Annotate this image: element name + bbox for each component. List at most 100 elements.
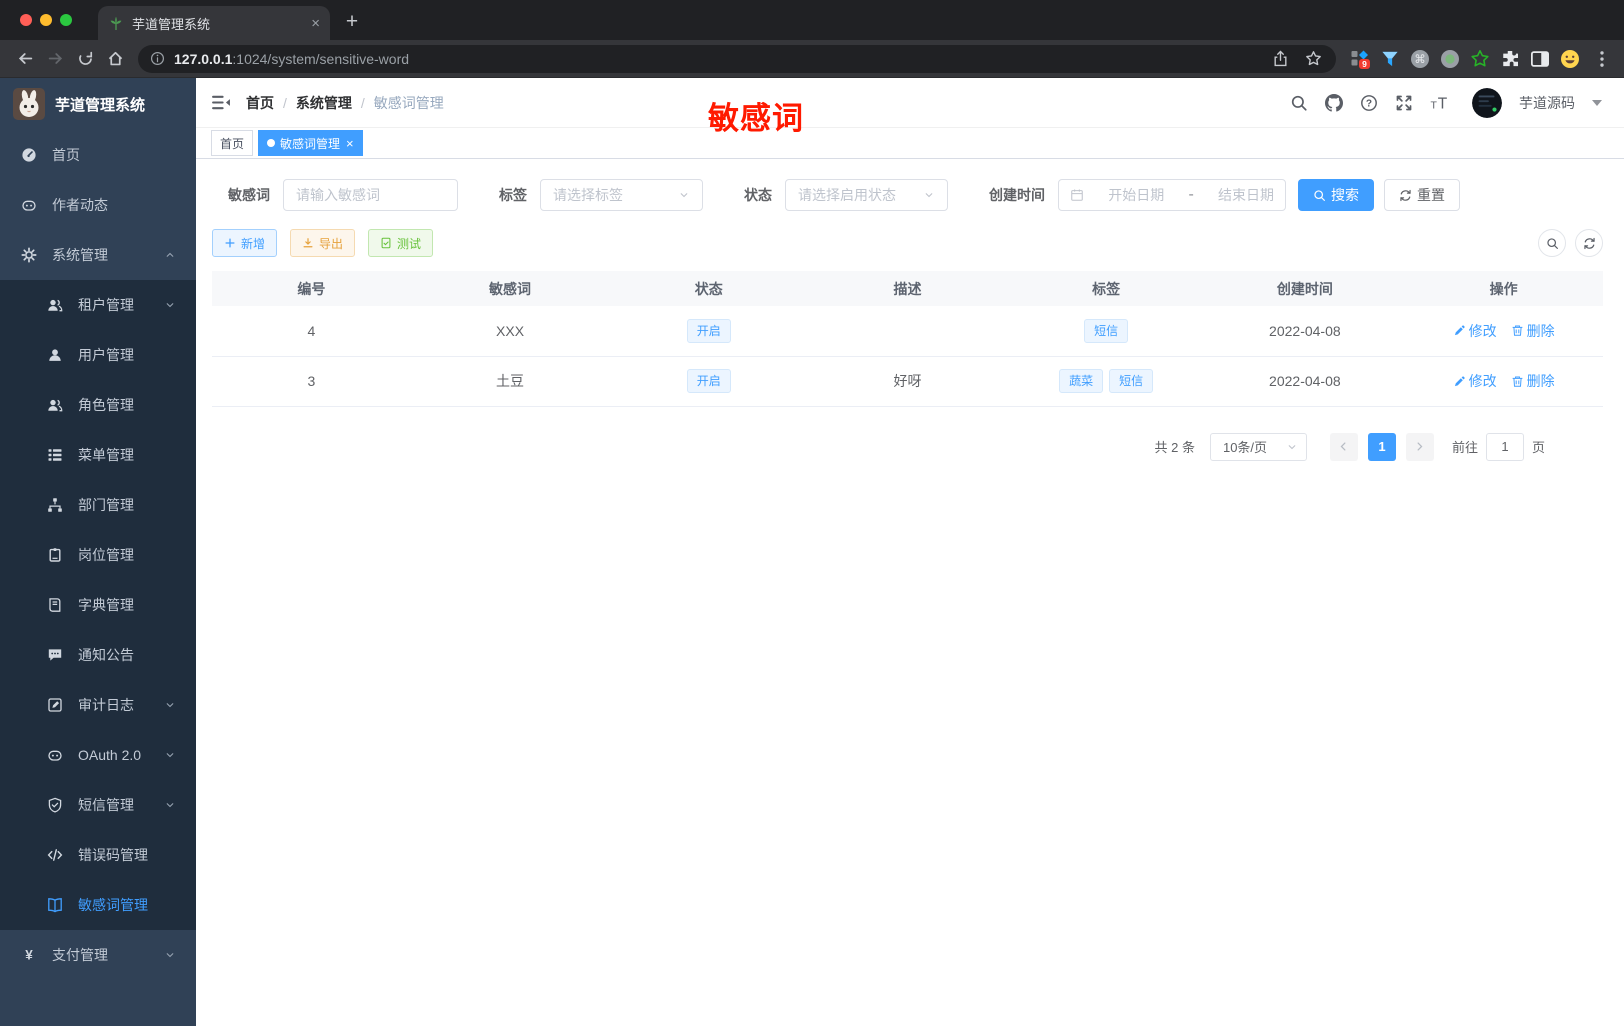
- user-avatar[interactable]: [1472, 87, 1502, 118]
- new-tab-button[interactable]: +: [338, 8, 366, 36]
- breadcrumb-item[interactable]: 首页: [246, 93, 274, 113]
- help-icon[interactable]: ?: [1360, 94, 1378, 112]
- sidebar-item-role[interactable]: 角色管理: [0, 380, 196, 430]
- sidebar-item-audit[interactable]: 审计日志: [0, 680, 196, 730]
- home-button[interactable]: [100, 44, 130, 74]
- add-button-label: 新增: [241, 236, 266, 251]
- sidebar-item-menu[interactable]: 菜单管理: [0, 430, 196, 480]
- page-size-select[interactable]: 10条/页: [1209, 432, 1307, 461]
- chevron-down-icon: [164, 699, 176, 711]
- reset-button[interactable]: 重置: [1384, 179, 1460, 211]
- cell-word: 土豆: [410, 356, 610, 407]
- search-button-label: 搜索: [1331, 187, 1359, 203]
- window-close-button[interactable]: [20, 14, 32, 26]
- share-icon[interactable]: [1272, 50, 1289, 67]
- sidebar-logo[interactable]: 芋道管理系统: [0, 78, 196, 130]
- sidebar-item-sensitive-word[interactable]: 敏感词管理: [0, 880, 196, 930]
- delete-link[interactable]: 删除: [1511, 321, 1555, 341]
- view-tab[interactable]: 首页: [211, 130, 254, 156]
- navbar: 首页 / 系统管理 / 敏感词管理 敏感词 ? TT 芋道源码: [196, 78, 1624, 136]
- address-bar[interactable]: 127.0.0.1:1024/system/sensitive-word: [138, 44, 1336, 73]
- sidebar-item-notice[interactable]: 通知公告: [0, 630, 196, 680]
- column-header: 状态: [609, 271, 809, 306]
- browser-menu-icon[interactable]: [1594, 50, 1610, 68]
- window-minimize-button[interactable]: [40, 14, 52, 26]
- filter-word: 敏感词: [228, 179, 458, 211]
- back-button[interactable]: [10, 44, 40, 74]
- goto-page-input[interactable]: [1485, 432, 1524, 461]
- extensions-area: 9 ⌘: [1344, 49, 1586, 69]
- sidebar-item-dict[interactable]: 字典管理: [0, 580, 196, 630]
- refresh-icon: [1583, 237, 1596, 250]
- sidebar-item-home[interactable]: 首页: [0, 130, 196, 180]
- filter-date-label: 创建时间: [989, 187, 1045, 203]
- sidebar-item-errcode[interactable]: 错误码管理: [0, 830, 196, 880]
- prev-page-button[interactable]: [1329, 432, 1358, 461]
- search-button[interactable]: 搜索: [1298, 179, 1374, 211]
- sidebar-item-tenant[interactable]: 租户管理: [0, 280, 196, 330]
- sidebar-item-label: 租户管理: [78, 297, 134, 313]
- breadcrumb-separator: /: [360, 94, 365, 111]
- next-page-button[interactable]: [1405, 432, 1434, 461]
- shield-icon: [47, 797, 63, 813]
- chevron-down-icon: [164, 799, 176, 811]
- window-zoom-button[interactable]: [60, 14, 72, 26]
- view-tab[interactable]: 敏感词管理 ×: [258, 130, 363, 156]
- user-menu-caret-icon[interactable]: [1592, 99, 1602, 106]
- sidebar-item-oauth[interactable]: OAuth 2.0: [0, 730, 196, 780]
- site-info-icon[interactable]: [150, 51, 165, 66]
- username[interactable]: 芋道源码: [1519, 93, 1575, 113]
- browser-tab[interactable]: 芋道管理系统 ×: [98, 6, 330, 40]
- extension-star-icon[interactable]: [1470, 49, 1490, 69]
- sidebar-item-post[interactable]: 岗位管理: [0, 530, 196, 580]
- sidebar-item-label: 部门管理: [78, 497, 134, 513]
- edit-link[interactable]: 修改: [1453, 321, 1497, 341]
- github-icon[interactable]: [1325, 93, 1343, 112]
- sidebar-item-label: 审计日志: [78, 697, 134, 713]
- extension-record-icon[interactable]: [1440, 49, 1460, 69]
- delete-link[interactable]: 删除: [1511, 371, 1555, 391]
- extensions-puzzle-icon[interactable]: [1500, 49, 1520, 69]
- date-range-picker[interactable]: 开始日期 - 结束日期: [1058, 179, 1286, 211]
- toggle-search-button[interactable]: [1538, 229, 1566, 257]
- reload-button[interactable]: [70, 44, 100, 74]
- tag-select[interactable]: 请选择标签: [540, 179, 703, 211]
- extension-grid-icon[interactable]: 9: [1350, 49, 1370, 69]
- sidebar-item-sms[interactable]: 短信管理: [0, 780, 196, 830]
- refresh-table-button[interactable]: [1575, 229, 1603, 257]
- test-button[interactable]: 测试: [368, 229, 434, 257]
- cell-tags: 短信: [1006, 306, 1206, 357]
- table-tools: [1538, 229, 1603, 257]
- tab-close-icon[interactable]: ×: [311, 15, 320, 32]
- forward-button[interactable]: [40, 44, 70, 74]
- sidebar: 芋道管理系统 首页 作者动态 系统管理租户管理用户管理 角色管理 菜单管理部门管理岗位管…: [0, 78, 196, 1026]
- keyword-input[interactable]: [283, 179, 458, 211]
- sidebar-item-system[interactable]: 系统管理: [0, 230, 196, 280]
- export-button[interactable]: 导出: [290, 229, 356, 257]
- close-icon[interactable]: ×: [346, 137, 354, 150]
- column-header: 编号: [212, 271, 411, 306]
- sidebar-item-author[interactable]: 作者动态: [0, 180, 196, 230]
- font-size-icon[interactable]: TT: [1430, 94, 1451, 111]
- header-search-icon[interactable]: [1290, 94, 1308, 112]
- breadcrumb-item[interactable]: 系统管理: [296, 93, 352, 113]
- side-panel-icon[interactable]: [1530, 49, 1550, 69]
- sidebar-item-user[interactable]: 用户管理: [0, 330, 196, 380]
- bookmark-star-icon[interactable]: [1305, 50, 1322, 67]
- cell-created: 2022-04-08: [1205, 356, 1405, 407]
- extension-funnel-icon[interactable]: [1380, 49, 1400, 69]
- profile-avatar-icon[interactable]: [1560, 49, 1580, 69]
- column-header: 描述: [808, 271, 1007, 306]
- cell-id: 4: [212, 306, 411, 357]
- add-button[interactable]: 新增: [212, 229, 278, 257]
- sidebar-item-dept[interactable]: 部门管理: [0, 480, 196, 530]
- table-header-row: 编号 敏感词 状态 描述 标签 创建时间 操作: [212, 271, 1603, 306]
- status-select[interactable]: 请选择启用状态: [785, 179, 948, 211]
- fullscreen-icon[interactable]: [1395, 94, 1413, 112]
- export-button-label: 导出: [319, 236, 344, 251]
- sidebar-item-pay[interactable]: ¥ 支付管理: [0, 930, 196, 980]
- sidebar-toggle-button[interactable]: [211, 94, 231, 111]
- current-page-button[interactable]: 1: [1367, 432, 1396, 461]
- edit-link[interactable]: 修改: [1453, 371, 1497, 391]
- extension-command-icon[interactable]: ⌘: [1410, 49, 1430, 69]
